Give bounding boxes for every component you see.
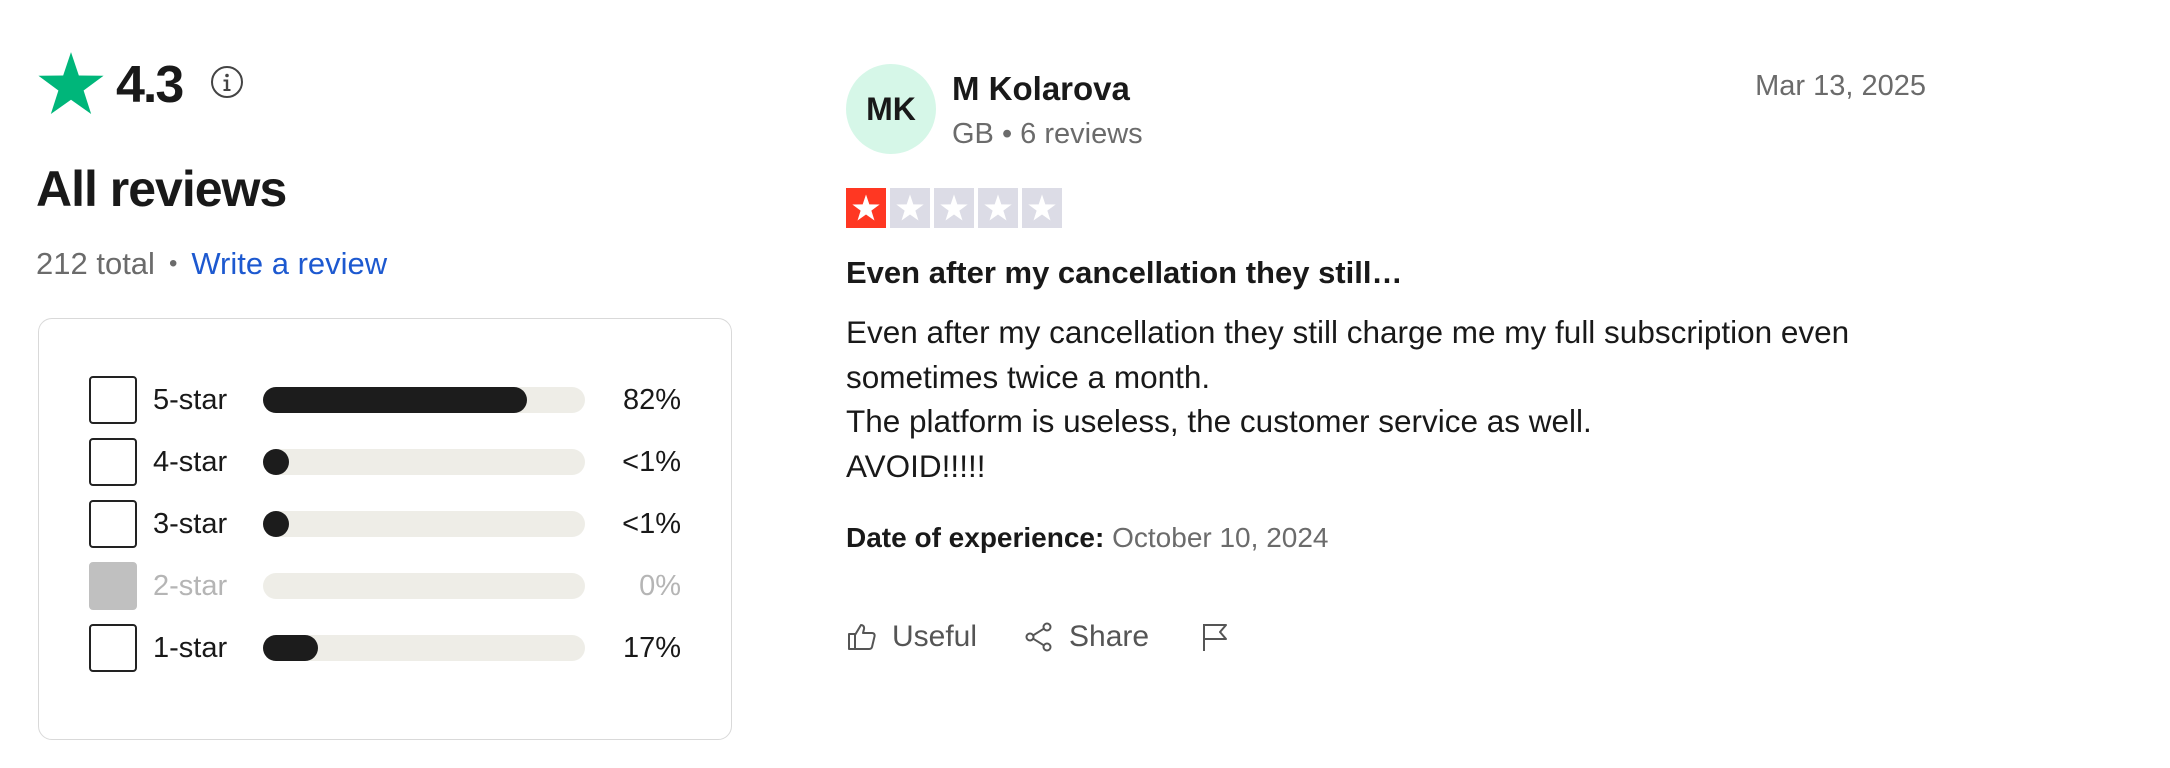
rating-star-1 (846, 188, 886, 228)
review-total: 212 total (36, 246, 155, 281)
filter-2-star: 2-star 0% (89, 561, 689, 611)
review-body: Even after my cancellation they still ch… (846, 310, 1926, 488)
distribution-bar-track (263, 573, 585, 599)
review-paragraph: Even after my cancellation they still ch… (846, 314, 1850, 395)
checkbox-4-star[interactable] (89, 438, 137, 486)
date-of-experience: Date of experience: October 10, 2024 (846, 522, 1328, 554)
share-label: Share (1069, 620, 1150, 653)
rating-star-4 (978, 188, 1018, 228)
report-button[interactable] (1199, 621, 1231, 653)
reviewer-meta: GB • 6 reviews (952, 118, 1143, 150)
review-star-rating (846, 188, 1062, 228)
rating-star-2 (890, 188, 930, 228)
experience-date: October 10, 2024 (1112, 522, 1329, 553)
distribution-percent: 82% (622, 383, 681, 416)
distribution-percent: 0% (639, 569, 681, 602)
experience-label: Date of experience: (846, 522, 1105, 553)
distribution-bar-track (263, 635, 585, 661)
filter-label: 2-star (153, 569, 228, 602)
filter-3-star[interactable]: 3-star <1% (89, 499, 689, 549)
average-rating: 4.3 (116, 56, 184, 114)
star-icon (940, 194, 968, 221)
distribution-bar-3-star (263, 511, 289, 537)
distribution-percent: 17% (622, 631, 681, 664)
review-title[interactable]: Even after my cancellation they still… (846, 255, 1402, 291)
review-count-row: 212 total • Write a review (36, 246, 387, 282)
distribution-bar-track (263, 511, 585, 537)
star-icon (896, 194, 924, 221)
star-icon (852, 194, 880, 221)
distribution-percent: <1% (622, 445, 681, 478)
write-review-link[interactable]: Write a review (191, 246, 387, 282)
trustpilot-star-icon (38, 52, 104, 115)
info-icon[interactable] (210, 65, 244, 99)
distribution-bar-1-star (263, 635, 318, 661)
distribution-bar-5-star (263, 387, 527, 413)
distribution-percent: <1% (622, 507, 681, 540)
checkbox-1-star[interactable] (89, 624, 137, 672)
page-title: All reviews (36, 161, 287, 217)
rating-star-3 (934, 188, 974, 228)
share-button[interactable]: Share (1023, 620, 1149, 654)
avatar[interactable]: MK (846, 64, 936, 154)
star-icon (1028, 194, 1056, 221)
distribution-bar-track (263, 449, 585, 475)
useful-button[interactable]: Useful (846, 620, 977, 654)
star-icon (984, 194, 1012, 221)
filter-4-star[interactable]: 4-star <1% (89, 437, 689, 487)
filter-1-star[interactable]: 1-star 17% (89, 623, 689, 673)
review-date: Mar 13, 2025 (1755, 70, 1926, 102)
distribution-bar-track (263, 387, 585, 413)
review-paragraph: AVOID!!!!! (846, 447, 986, 484)
filter-5-star[interactable]: 5-star 82% (89, 375, 689, 425)
checkbox-3-star[interactable] (89, 500, 137, 548)
rating-star-5 (1022, 188, 1062, 228)
rating-summary: 4.3 (36, 50, 244, 120)
filter-label: 3-star (153, 507, 228, 540)
separator-dot: • (168, 250, 178, 277)
review-actions: Useful Share (846, 615, 1231, 659)
reviewer-name[interactable]: M Kolarova (952, 70, 1130, 108)
filter-label: 4-star (153, 445, 228, 478)
flag-icon (1203, 624, 1228, 651)
useful-label: Useful (892, 620, 978, 653)
thumbs-up-icon (848, 624, 876, 650)
rating-distribution-card: 5-star 82% 4-star <1% 3-star <1% 2-star (38, 318, 732, 740)
share-icon (1025, 622, 1052, 652)
distribution-bar-4-star (263, 449, 289, 475)
review-paragraph: The platform is useless, the customer se… (846, 403, 1592, 439)
filter-label: 5-star (153, 383, 228, 416)
checkbox-2-star (89, 562, 137, 610)
checkbox-5-star[interactable] (89, 376, 137, 424)
filter-label: 1-star (153, 631, 228, 664)
